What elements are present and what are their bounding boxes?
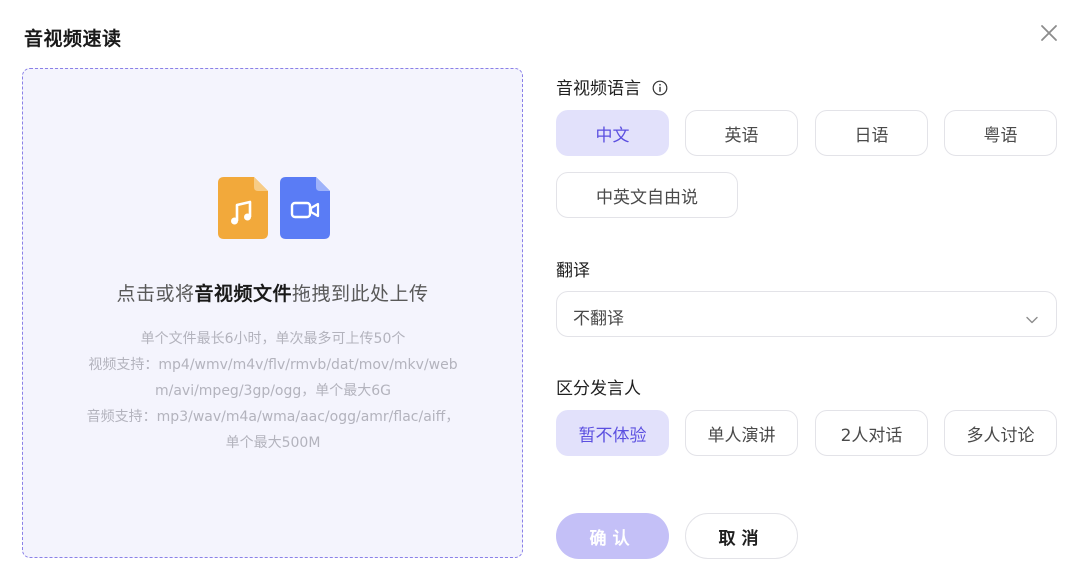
upload-headline-prefix: 点击或将 — [116, 283, 195, 305]
info-icon[interactable] — [652, 80, 668, 101]
file-type-icons — [218, 177, 330, 239]
language-label: 音视频语言 — [556, 74, 668, 101]
speaker-option-skip[interactable]: 暂不体验 — [556, 410, 669, 456]
language-option-mixed[interactable]: 中英文自由说 — [556, 172, 738, 218]
upload-note-audio: 音频支持：mp3/wav/m4a/wma/aac/ogg/amr/flac/ai… — [86, 409, 460, 451]
upload-note-limit: 单个文件最长6小时，单次最多可上传50个 — [140, 331, 406, 347]
speaker-label: 区分发言人 — [556, 379, 641, 399]
upload-headline-bold: 音视频文件 — [194, 283, 292, 305]
translation-label: 翻译 — [556, 261, 590, 281]
translation-select[interactable]: 不翻译 — [556, 291, 1057, 337]
translation-select-value: 不翻译 — [573, 309, 624, 329]
upload-dropzone[interactable]: 点击或将音视频文件拖拽到此处上传 单个文件最长6小时，单次最多可上传50个 视频… — [22, 68, 523, 558]
upload-notes: 单个文件最长6小时，单次最多可上传50个 视频支持：mp4/wmv/m4v/fl… — [83, 326, 463, 456]
audio-file-icon — [218, 177, 268, 239]
upload-note-video: 视频支持：mp4/wmv/m4v/flv/rmvb/dat/mov/mkv/we… — [88, 357, 458, 399]
video-file-icon — [280, 177, 330, 239]
language-option-japanese[interactable]: 日语 — [815, 110, 928, 156]
dialog-title: 音视频速读 — [24, 28, 122, 50]
upload-headline-suffix: 拖拽到此处上传 — [292, 283, 429, 305]
language-option-chinese[interactable]: 中文 — [556, 110, 669, 156]
speaker-option-multi[interactable]: 多人讨论 — [944, 410, 1057, 456]
speaker-option-two[interactable]: 2人对话 — [815, 410, 928, 456]
upload-headline: 点击或将音视频文件拖拽到此处上传 — [23, 279, 522, 306]
language-option-cantonese[interactable]: 粤语 — [944, 110, 1057, 156]
language-option-english[interactable]: 英语 — [685, 110, 798, 156]
close-icon[interactable] — [1036, 20, 1062, 46]
cancel-button[interactable]: 取消 — [685, 513, 798, 559]
confirm-button[interactable]: 确认 — [556, 513, 669, 559]
chevron-down-icon — [1026, 309, 1038, 328]
language-label-text: 音视频语言 — [556, 79, 641, 99]
speaker-option-single[interactable]: 单人演讲 — [685, 410, 798, 456]
